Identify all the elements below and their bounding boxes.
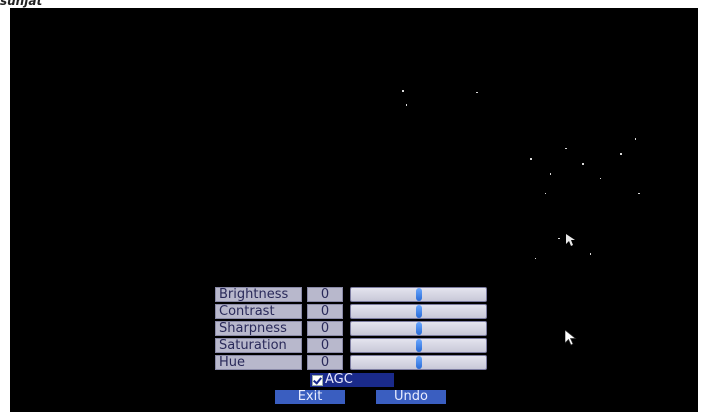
cropped-caption: sunjat: [0, 0, 43, 8]
saturation-label: Saturation: [215, 338, 302, 353]
undo-button[interactable]: Undo: [376, 390, 446, 404]
saturation-row: Saturation 0: [215, 338, 497, 353]
noise-speck: [600, 178, 601, 179]
contrast-slider-thumb[interactable]: [416, 305, 422, 318]
top-crop-strip: sunjat: [0, 0, 702, 8]
hue-slider[interactable]: [350, 355, 487, 370]
hue-slider-thumb[interactable]: [416, 356, 422, 369]
brightness-slider-thumb[interactable]: [416, 288, 422, 301]
noise-speck: [406, 104, 407, 106]
noise-speck: [635, 138, 636, 140]
contrast-row: Contrast 0: [215, 304, 497, 319]
noise-speck: [558, 238, 560, 239]
sharpness-slider[interactable]: [350, 321, 487, 336]
sharpness-label: Sharpness: [215, 321, 302, 336]
brightness-label: Brightness: [215, 287, 302, 302]
noise-speck: [535, 258, 536, 259]
brightness-slider[interactable]: [350, 287, 487, 302]
contrast-value[interactable]: 0: [307, 304, 343, 319]
brightness-row: Brightness 0: [215, 287, 497, 302]
noise-speck: [638, 193, 640, 194]
noise-speck: [565, 148, 567, 149]
exit-button[interactable]: Exit: [275, 390, 345, 404]
noise-speck: [582, 163, 584, 165]
noise-speck: [620, 153, 622, 155]
noise-speck: [476, 92, 478, 93]
brightness-value[interactable]: 0: [307, 287, 343, 302]
agc-toggle[interactable]: AGC: [310, 373, 394, 387]
hue-label: Hue: [215, 355, 302, 370]
noise-speck: [402, 90, 404, 92]
sharpness-row: Sharpness 0: [215, 321, 497, 336]
contrast-label: Contrast: [215, 304, 302, 319]
agc-label: AGC: [325, 372, 353, 387]
hue-row: Hue 0: [215, 355, 497, 370]
noise-speck: [550, 173, 551, 175]
agc-checkbox[interactable]: [312, 375, 323, 386]
noise-speck: [590, 253, 591, 255]
sharpness-value[interactable]: 0: [307, 321, 343, 336]
saturation-slider[interactable]: [350, 338, 487, 353]
contrast-slider[interactable]: [350, 304, 487, 319]
sharpness-slider-thumb[interactable]: [416, 322, 422, 335]
saturation-value[interactable]: 0: [307, 338, 343, 353]
hue-value[interactable]: 0: [307, 355, 343, 370]
saturation-slider-thumb[interactable]: [416, 339, 422, 352]
noise-speck: [545, 193, 546, 194]
noise-speck: [530, 158, 532, 160]
